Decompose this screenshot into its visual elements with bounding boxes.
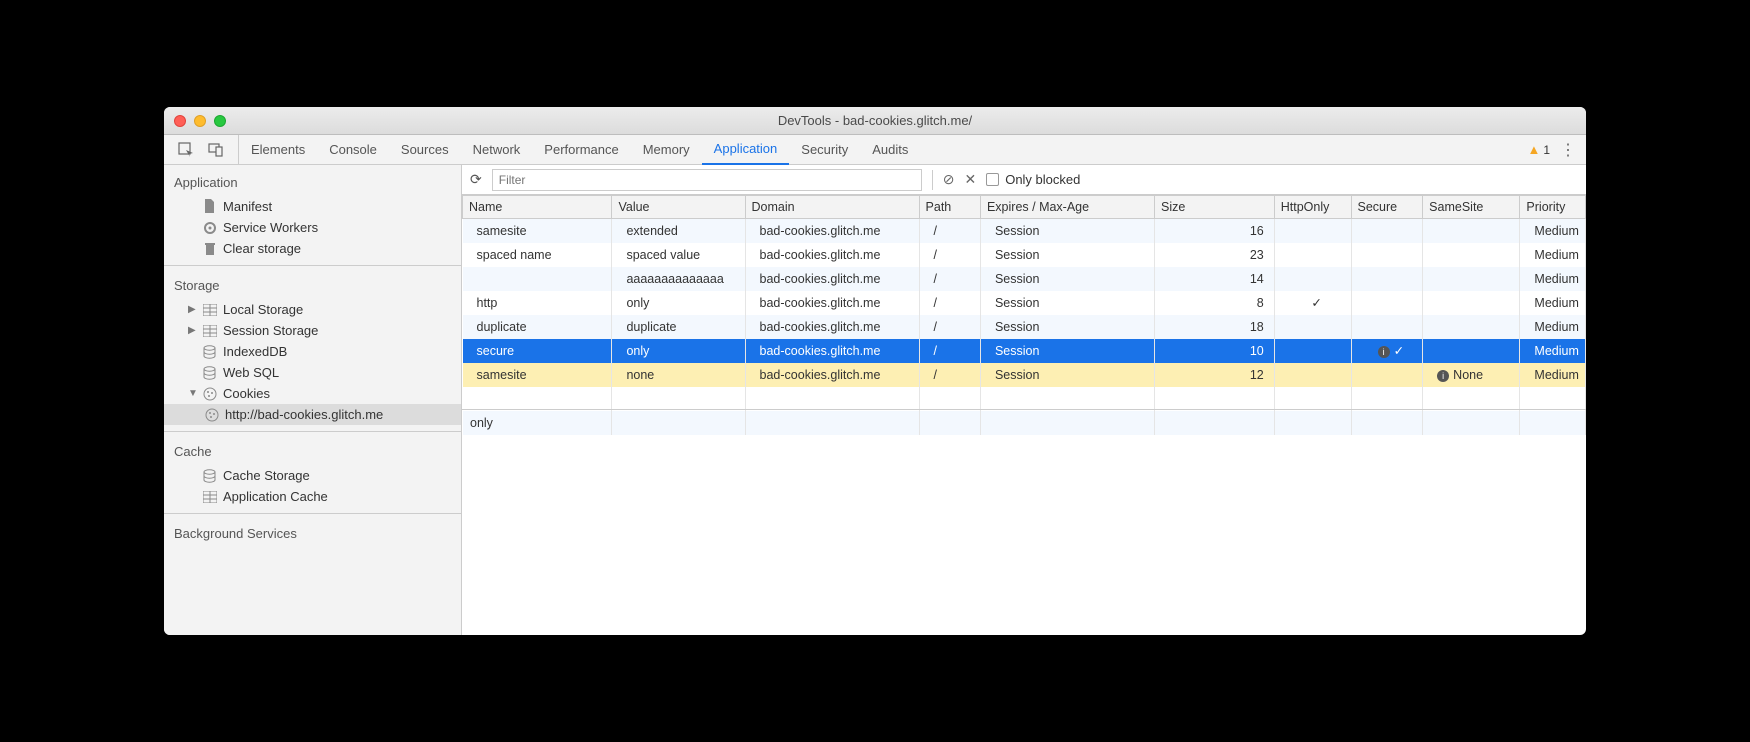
tab-network[interactable]: Network xyxy=(461,135,533,165)
clear-all-icon[interactable]: ⊘ xyxy=(943,171,955,188)
column-header[interactable]: Expires / Max-Age xyxy=(980,196,1154,219)
table-row[interactable]: samesiteextendedbad-cookies.glitch.me/Se… xyxy=(463,219,1586,243)
info-icon: i xyxy=(1437,370,1449,382)
titlebar: DevTools - bad-cookies.glitch.me/ xyxy=(164,107,1586,135)
close-window-button[interactable] xyxy=(174,115,186,127)
sidebar-item-service-workers[interactable]: Service Workers xyxy=(164,217,461,238)
only-blocked-toggle[interactable]: Only blocked xyxy=(986,172,1080,187)
tab-performance[interactable]: Performance xyxy=(532,135,630,165)
sidebar-item-cookies[interactable]: ▼Cookies xyxy=(164,383,461,404)
table-row[interactable]: secureonlybad-cookies.glitch.me/Session1… xyxy=(463,339,1586,363)
column-header[interactable]: Priority xyxy=(1520,196,1586,219)
column-header[interactable]: HttpOnly xyxy=(1274,196,1351,219)
table-row[interactable]: spaced namespaced valuebad-cookies.glitc… xyxy=(463,243,1586,267)
column-header[interactable]: Domain xyxy=(745,196,919,219)
more-options-icon[interactable]: ⋮ xyxy=(1560,140,1576,160)
devtools-window: DevTools - bad-cookies.glitch.me/ Elemen… xyxy=(164,107,1586,635)
column-header[interactable]: Path xyxy=(919,196,980,219)
table-icon xyxy=(202,302,217,317)
table-row[interactable]: aaaaaaaaaaaaaabad-cookies.glitch.me/Sess… xyxy=(463,267,1586,291)
sidebar-item-cookie-origin[interactable]: http://bad-cookies.glitch.me xyxy=(164,404,461,425)
filter-input[interactable] xyxy=(492,169,922,191)
tab-memory[interactable]: Memory xyxy=(631,135,702,165)
tab-sources[interactable]: Sources xyxy=(389,135,461,165)
sidebar-item-local-storage[interactable]: ▶Local Storage xyxy=(164,299,461,320)
section-storage: Storage xyxy=(164,272,461,299)
tab-security[interactable]: Security xyxy=(789,135,860,165)
column-header[interactable]: Name xyxy=(463,196,612,219)
cookie-value-preview: only xyxy=(462,409,1586,636)
table-icon xyxy=(202,323,217,338)
column-header[interactable]: SameSite xyxy=(1423,196,1520,219)
table-icon xyxy=(202,489,217,504)
minimize-window-button[interactable] xyxy=(194,115,206,127)
tab-application[interactable]: Application xyxy=(702,135,790,165)
sidebar-item-indexeddb[interactable]: IndexedDB xyxy=(164,341,461,362)
cookies-toolbar: ⟳ ⊘ ✕ Only blocked xyxy=(462,165,1586,195)
column-header[interactable]: Size xyxy=(1154,196,1274,219)
tab-audits[interactable]: Audits xyxy=(860,135,920,165)
device-toolbar-icon[interactable] xyxy=(208,142,224,158)
table-row[interactable]: duplicateduplicatebad-cookies.glitch.me/… xyxy=(463,315,1586,339)
tab-console[interactable]: Console xyxy=(317,135,389,165)
file-icon xyxy=(202,199,217,214)
cookies-table: NameValueDomainPathExpires / Max-AgeSize… xyxy=(462,195,1586,435)
devtools-toolbar: ElementsConsoleSourcesNetworkPerformance… xyxy=(164,135,1586,165)
section-background-services: Background Services xyxy=(164,520,461,547)
separator xyxy=(932,170,933,190)
cookie-icon xyxy=(202,386,217,401)
section-application: Application xyxy=(164,169,461,196)
tab-elements[interactable]: Elements xyxy=(239,135,317,165)
sidebar-item-session-storage[interactable]: ▶Session Storage xyxy=(164,320,461,341)
refresh-icon[interactable]: ⟳ xyxy=(470,171,482,188)
table-row[interactable]: httponlybad-cookies.glitch.me/Session8✓M… xyxy=(463,291,1586,315)
warning-icon: ▲ xyxy=(1527,142,1540,157)
sidebar-item-websql[interactable]: Web SQL xyxy=(164,362,461,383)
table-row[interactable] xyxy=(463,387,1586,411)
traffic-lights xyxy=(164,115,226,127)
section-cache: Cache xyxy=(164,438,461,465)
trash-icon xyxy=(202,241,217,256)
info-icon: i xyxy=(1378,346,1390,358)
inspect-element-icon[interactable] xyxy=(178,142,194,158)
cookie-icon xyxy=(204,407,219,422)
sidebar-item-application-cache[interactable]: Application Cache xyxy=(164,486,461,507)
delete-selected-icon[interactable]: ✕ xyxy=(964,171,976,188)
checkbox-icon xyxy=(986,173,999,186)
table-row[interactable]: samesitenonebad-cookies.glitch.me/Sessio… xyxy=(463,363,1586,387)
sidebar-item-clear-storage[interactable]: Clear storage xyxy=(164,238,461,259)
cookies-panel: ⟳ ⊘ ✕ Only blocked NameValueDomainPathEx… xyxy=(462,165,1586,635)
gear-icon xyxy=(202,220,217,235)
sidebar-item-cache-storage[interactable]: Cache Storage xyxy=(164,465,461,486)
database-icon xyxy=(202,468,217,483)
application-sidebar: Application Manifest Service Workers Cle… xyxy=(164,165,462,635)
warnings-indicator[interactable]: ▲1 xyxy=(1527,142,1550,157)
column-header[interactable]: Value xyxy=(612,196,745,219)
sidebar-item-manifest[interactable]: Manifest xyxy=(164,196,461,217)
database-icon xyxy=(202,344,217,359)
window-title: DevTools - bad-cookies.glitch.me/ xyxy=(164,113,1586,128)
database-icon xyxy=(202,365,217,380)
table-header-row: NameValueDomainPathExpires / Max-AgeSize… xyxy=(463,196,1586,219)
panel-tabs: ElementsConsoleSourcesNetworkPerformance… xyxy=(239,135,920,165)
column-header[interactable]: Secure xyxy=(1351,196,1423,219)
zoom-window-button[interactable] xyxy=(214,115,226,127)
